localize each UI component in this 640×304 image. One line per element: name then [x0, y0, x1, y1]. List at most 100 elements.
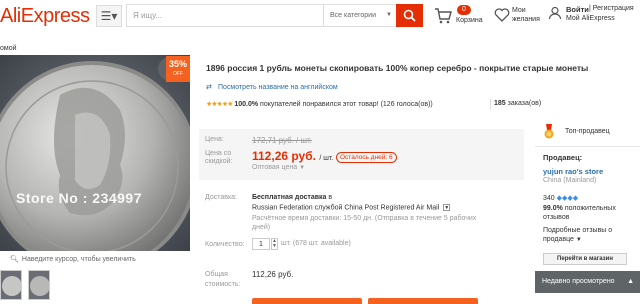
divider	[535, 146, 640, 147]
seller-positive-feedback: 99.0% положительных отзывов	[543, 204, 639, 222]
translate-link-text: Посмотреть название на английском	[218, 84, 338, 91]
thumbnail-image	[1, 271, 21, 299]
orders-label: заказа(ов)	[507, 100, 542, 107]
search-button[interactable]	[396, 4, 423, 27]
quantity-available: шт. (678 шт. available)	[281, 240, 351, 247]
go-to-store-button[interactable]: Перейти в магазин	[543, 253, 627, 265]
seller-score-value: 340	[543, 195, 555, 202]
user-icon	[548, 6, 562, 20]
site-header: AliExpress ☰▾ Все категории ▼ 0 Корзина	[0, 0, 640, 32]
orders-count: 185 заказа(ов)	[494, 100, 541, 107]
menu-icon: ☰▾	[100, 9, 118, 23]
discount-percent-sign: %	[179, 59, 188, 69]
aliexpress-logo[interactable]: AliExpress	[0, 5, 90, 28]
discount-off-label: OFF	[173, 71, 183, 77]
wishlist-label: Мои желания	[512, 7, 540, 23]
seller-panel: Топ-продавец Продавец: yujun rao's store…	[535, 118, 640, 304]
account-menu: Войти | Регистрация Мой AliExpress	[548, 4, 640, 28]
thumbnail-2[interactable]	[28, 270, 50, 300]
cart-count-badge: 0	[457, 5, 471, 15]
discount-percent: 35	[168, 59, 179, 69]
register-link[interactable]: | Регистрация	[589, 5, 634, 12]
thumbnail-1[interactable]	[0, 270, 22, 300]
seller-details-link[interactable]: Подробные отзывы о продавце ▼	[543, 226, 639, 245]
product-main-image[interactable]	[0, 55, 190, 251]
quantity-stepper[interactable]: ▲ ▼	[271, 238, 278, 250]
product-title: 1896 россия 1 рубль монеты скопировать 1…	[206, 63, 589, 73]
login-link[interactable]: Войти	[566, 5, 589, 14]
seller-country: China (Mainland)	[543, 177, 597, 184]
orders-number: 185	[494, 100, 506, 107]
categories-menu-button[interactable]: ☰▾	[96, 5, 122, 27]
seller-score: 340 ◆◆◆◆	[543, 194, 578, 202]
translate-title-link[interactable]: ⇄ Посмотреть название на английском	[206, 83, 338, 91]
discount-price-value: 112,26 руб.	[252, 149, 316, 163]
quantity-input[interactable]	[252, 238, 270, 250]
diamond-icons: ◆◆◆◆	[556, 195, 579, 202]
breadcrumb[interactable]: омой	[0, 45, 17, 52]
search-category-label: Все категории	[330, 12, 376, 19]
top-seller-label: Топ-продавец	[565, 128, 610, 135]
search-category-select[interactable]: Все категории ▼	[323, 5, 397, 26]
recently-viewed-bar[interactable]: Недавно просмотрено ▲	[535, 271, 640, 293]
price-label: Цена:	[205, 136, 224, 143]
delivery-label: Доставка:	[205, 194, 238, 201]
thumbnail-image	[29, 271, 49, 299]
zoom-hint: 🔍︎ Наведите курсор, чтобы увеличить	[0, 252, 190, 268]
delivery-method[interactable]: Russian Federation службой China Post Re…	[252, 204, 451, 212]
heart-icon	[494, 8, 510, 22]
search-box: Все категории ▼	[126, 4, 396, 27]
top-seller-badge: Топ-продавец	[535, 124, 640, 140]
discount-price-label: Цена со скидкой:	[205, 150, 233, 165]
cart-link[interactable]: 0 Корзина	[434, 5, 490, 29]
seller-positive-percent: 99.0%	[543, 205, 563, 212]
chevron-down-icon: ▼	[575, 237, 582, 243]
delivery-method-text: Russian Federation службой China Post Re…	[252, 204, 440, 212]
cart-label: Корзина	[456, 17, 483, 24]
search-icon	[403, 9, 416, 22]
chevron-down-icon: ▼	[299, 165, 306, 171]
rating-text[interactable]: покупателей понравился этот товар! (126 …	[260, 101, 433, 108]
magnifier-icon: 🔍︎	[10, 256, 19, 263]
delivery-time: Расчётное время доставки: 15-50 дн. (Отп…	[252, 215, 477, 231]
buy-now-button[interactable]	[252, 298, 362, 304]
rating-percent: 100.0%	[234, 101, 259, 108]
search-input[interactable]	[133, 5, 318, 26]
divider	[490, 99, 491, 110]
total-block: Общая стоимость: 112,26 руб.	[199, 268, 499, 294]
price-panel: Цена: 172,71 руб. / шт. Цена со скидкой:…	[199, 129, 524, 180]
seller-name-link[interactable]: yujun rao's store	[543, 167, 603, 176]
coin-photo	[0, 55, 190, 251]
chevron-down-icon: ▼	[386, 12, 392, 18]
cart-icon	[435, 8, 452, 24]
quantity-label: Количество:	[205, 241, 245, 248]
store-watermark: Store No : 234997	[16, 190, 142, 206]
discount-price: 112,26 руб. / шт.	[252, 149, 333, 163]
free-shipping-label: Бесплатная доставка	[252, 194, 327, 201]
delivery-to: в	[328, 194, 333, 201]
old-price: 172,71 руб. / шт.	[252, 136, 313, 145]
recently-viewed-label: Недавно просмотрено	[542, 278, 615, 285]
add-to-cart-button[interactable]	[368, 298, 478, 304]
days-left-badge: Осталось дней: 6	[336, 152, 397, 163]
price-unit: / шт.	[319, 155, 334, 162]
zoom-hint-text: Наведите курсор, чтобы увеличить	[21, 256, 136, 263]
total-label: Общая стоимость:	[205, 271, 241, 288]
quantity-block: Количество: ▲▼ шт. (678 шт. available)	[199, 236, 499, 262]
my-aliexpress-link[interactable]: Мой AliExpress	[566, 15, 615, 22]
rating-row: ★★★★★ 100.0% покупателей понравился этот…	[206, 100, 433, 108]
seller-heading: Продавец:	[543, 153, 583, 162]
chevron-down-icon: ▼	[443, 204, 451, 211]
wishlist-link[interactable]: Мои желания	[494, 5, 544, 29]
medal-icon	[544, 124, 554, 139]
chevron-up-icon: ▲	[627, 278, 634, 285]
total-value: 112,26 руб.	[252, 270, 294, 279]
rating-stars: ★★★★★	[206, 101, 233, 108]
delivery-block: Доставка: Бесплатная доставка в Russian …	[199, 194, 499, 234]
product-page: AliExpress ☰▾ Все категории ▼ 0 Корзина	[0, 0, 640, 304]
wholesale-price-label: Оптовая цена	[252, 164, 298, 171]
delivery-summary: Бесплатная доставка в	[252, 194, 332, 201]
discount-badge: 35% OFF	[166, 56, 190, 82]
translate-icon: ⇄	[206, 84, 212, 91]
wholesale-price-link[interactable]: Оптовая цена ▼	[252, 164, 305, 171]
